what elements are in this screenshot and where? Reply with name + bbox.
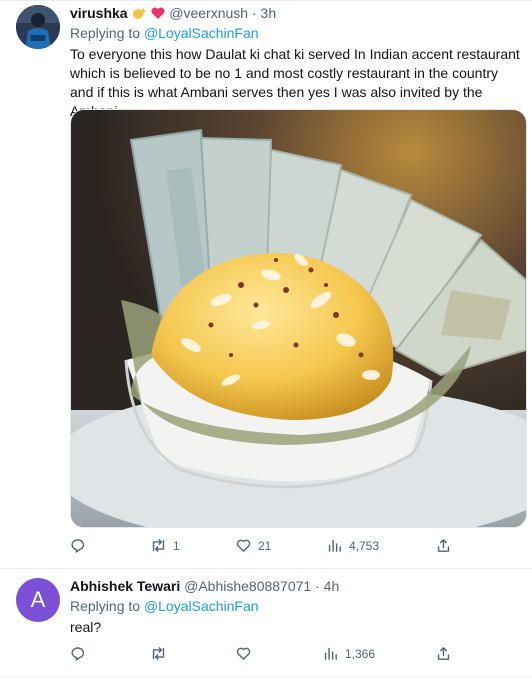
- share-upload-icon: [437, 647, 450, 660]
- avatar[interactable]: A: [16, 578, 60, 622]
- views-count: 4,753: [349, 538, 380, 553]
- separator-dot: ·: [251, 5, 257, 21]
- replying-to-line: Replying to @LoyalSachinFan: [70, 598, 259, 614]
- sparkle-moon-emoji-icon: [131, 6, 148, 23]
- share-button[interactable]: [435, 645, 452, 662]
- replying-to-line: Replying to @LoyalSachinFan: [70, 25, 259, 41]
- like-button[interactable]: [235, 645, 258, 662]
- replying-to-prefix: Replying to: [70, 598, 141, 614]
- retweet-icon: [152, 647, 165, 660]
- replying-to-link[interactable]: @LoyalSachinFan: [144, 598, 259, 614]
- separator-dot: ·: [315, 578, 320, 594]
- share-button[interactable]: [435, 537, 452, 554]
- retweet-button[interactable]: 1: [150, 537, 180, 554]
- views-button[interactable]: 4,753: [326, 537, 379, 554]
- views-bar-chart-icon: [324, 647, 337, 660]
- share-upload-icon: [437, 539, 450, 552]
- tweet-actions: 1,366: [70, 645, 452, 665]
- tweet-header: Abhishek Tewari @Abhishe80887071 · 4h: [70, 578, 522, 594]
- retweet-count: 1: [173, 538, 180, 553]
- tweet-header: virushka @veerxnush · 3h: [70, 5, 522, 23]
- heart-icon: [236, 539, 251, 552]
- retweet-icon: [152, 539, 165, 552]
- views-button[interactable]: 1,366: [322, 645, 375, 662]
- tweet-text: real?: [70, 619, 102, 635]
- reply-button[interactable]: [70, 537, 93, 554]
- views-count: 1,366: [345, 646, 376, 661]
- reply-icon: [71, 539, 85, 553]
- tweet-abhishek-tewari[interactable]: A Abhishek Tewari @Abhishe80887071 · 4h …: [0, 568, 532, 678]
- author-handle[interactable]: @Abhishe80887071: [184, 578, 311, 594]
- author-handle[interactable]: @veerxnush: [169, 5, 248, 21]
- author-name[interactable]: virushka: [70, 5, 128, 21]
- reply-icon: [71, 647, 85, 661]
- tweet-actions: 1 21 4,753: [70, 537, 452, 557]
- tweet-media-photo[interactable]: [70, 109, 527, 528]
- timestamp[interactable]: 4h: [324, 578, 340, 594]
- tweet-virushka[interactable]: virushka @veerxnush · 3h Replying to @Lo…: [0, 0, 532, 569]
- replying-to-prefix: Replying to: [70, 25, 141, 41]
- avatar[interactable]: [16, 5, 60, 49]
- replying-to-link[interactable]: @LoyalSachinFan: [144, 25, 259, 41]
- retweet-button[interactable]: [150, 645, 173, 662]
- dessert-photo: [71, 110, 526, 527]
- like-count: 21: [258, 538, 272, 553]
- heart-icon: [236, 647, 251, 660]
- views-bar-chart-icon: [328, 539, 341, 552]
- heart-emoji-icon: [151, 7, 165, 23]
- timestamp[interactable]: 3h: [261, 5, 277, 21]
- reply-button[interactable]: [70, 645, 93, 662]
- like-button[interactable]: 21: [235, 537, 271, 554]
- author-name[interactable]: Abhishek Tewari: [70, 578, 180, 594]
